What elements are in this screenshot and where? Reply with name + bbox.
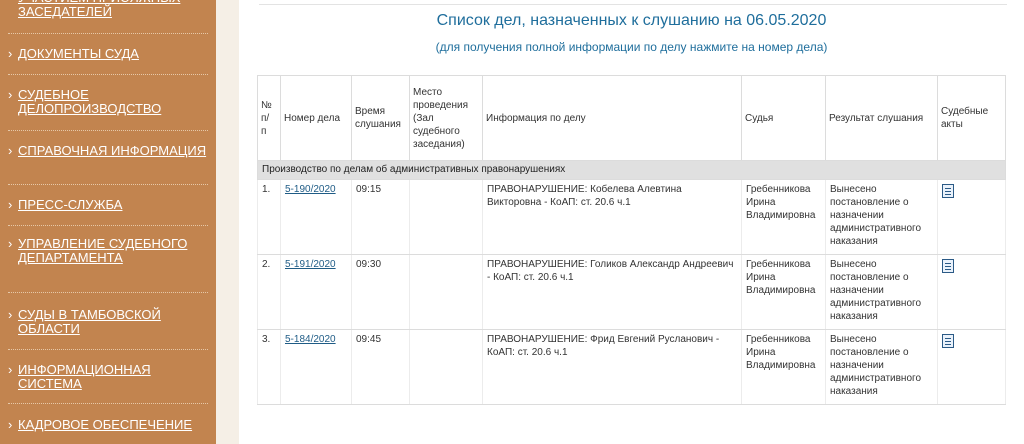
document-icon[interactable]	[942, 184, 954, 198]
document-icon[interactable]	[942, 334, 954, 348]
column-header-result: Результат слушания	[825, 75, 938, 161]
judge-name: Гребенникова Ирина Владимировна	[741, 329, 826, 405]
nav-divider	[8, 130, 208, 131]
chevron-right-icon: ›	[8, 417, 13, 432]
nav-divider	[8, 74, 208, 75]
chevron-right-icon: ›	[8, 46, 13, 61]
chevron-right-icon: ›	[8, 236, 13, 251]
hearing-result: Вынесено постановление о назначении адми…	[825, 329, 938, 405]
nav-item-department[interactable]: › УПРАВЛЕНИЕ СУДЕБНОГО ДЕПАРТАМЕНТА	[0, 237, 216, 265]
page-subtitle: (для получения полной информации по делу…	[435, 40, 828, 54]
hearing-place	[409, 329, 483, 405]
row-number: 3.	[257, 329, 281, 405]
table-row: 2. 5-191/2020 09:30 ПРАВОНАРУШЕНИЕ: Голи…	[257, 254, 1006, 330]
hearing-result: Вынесено постановление о назначении адми…	[825, 254, 938, 330]
nav-divider	[8, 403, 208, 404]
nav-item-records[interactable]: › СУДЕБНОЕ ДЕЛОПРОИЗВОДСТВО	[0, 88, 216, 116]
chevron-right-icon: ›	[8, 87, 13, 102]
table-header-row: № п/ п Номер дела Время слушания Место п…	[257, 75, 1006, 161]
case-info: ПРАВОНАРУШЕНИЕ: Голиков Александр Андрее…	[482, 254, 742, 330]
row-number: 1.	[257, 179, 281, 255]
court-acts-cell	[937, 179, 1006, 255]
section-label: Производство по делам об административны…	[257, 160, 1006, 180]
nav-item-label: УПРАВЛЕНИЕ СУДЕБНОГО ДЕПАРТАМЕНТА	[18, 236, 188, 265]
nav-item-court-documents[interactable]: › ДОКУМЕНТЫ СУДА	[0, 47, 216, 61]
document-icon[interactable]	[942, 259, 954, 273]
table-section-row: Производство по делам об административны…	[257, 160, 1006, 180]
cases-table: № п/ п Номер дела Время слушания Место п…	[257, 75, 1006, 405]
column-header-case: Номер дела	[280, 75, 352, 161]
nav-item-label: КАДРОВОЕ ОБЕСПЕЧЕНИЕ	[18, 417, 193, 432]
column-header-acts: Судебные акты	[937, 75, 1006, 161]
hearing-place	[409, 179, 483, 255]
column-header-judge: Судья	[741, 75, 826, 161]
case-info: ПРАВОНАРУШЕНИЕ: Кобелева Алевтина Виктор…	[482, 179, 742, 255]
nav-item-label: УЧАСТИЕМ ПРИСЯЖНЫХ ЗАСЕДАТЕЛЕЙ	[18, 0, 180, 19]
judge-name: Гребенникова Ирина Владимировна	[741, 254, 826, 330]
chevron-right-icon: ›	[8, 143, 13, 158]
case-info: ПРАВОНАРУШЕНИЕ: Фрид Евгений Русланович …	[482, 329, 742, 405]
hearing-time: 09:15	[351, 179, 410, 255]
court-acts-cell	[937, 254, 1006, 330]
nav-item-reference[interactable]: › СПРАВОЧНАЯ ИНФОРМАЦИЯ	[0, 144, 216, 158]
nav-item-staffing[interactable]: › КАДРОВОЕ ОБЕСПЕЧЕНИЕ	[0, 418, 216, 432]
nav-item-label: СПРАВОЧНАЯ ИНФОРМАЦИЯ	[18, 143, 207, 158]
sidebar-nav: › УЧАСТИЕМ ПРИСЯЖНЫХ ЗАСЕДАТЕЛЕЙ › ДОКУМ…	[0, 0, 216, 444]
hearing-time: 09:45	[351, 329, 410, 405]
column-header-info: Информация по делу	[482, 75, 742, 161]
table-row: 3. 5-184/2020 09:45 ПРАВОНАРУШЕНИЕ: Фрид…	[257, 329, 1006, 405]
nav-item-label: ДОКУМЕНТЫ СУДА	[18, 46, 139, 61]
nav-item-info-system[interactable]: › ИНФОРМАЦИОННАЯ СИСТЕМА	[0, 363, 216, 391]
column-header-place: Место проведения (Зал судебного заседани…	[409, 75, 483, 161]
hearing-time: 09:30	[351, 254, 410, 330]
nav-item-label: ИНФОРМАЦИОННАЯ СИСТЕМА	[18, 362, 151, 391]
chevron-right-icon: ›	[8, 362, 13, 377]
hearing-result: Вынесено постановление о назначении адми…	[825, 179, 938, 255]
case-number-link[interactable]: 5-190/2020	[285, 184, 336, 195]
nav-divider	[8, 292, 208, 293]
nav-divider	[8, 33, 208, 34]
nav-divider	[8, 184, 208, 185]
nav-item-label: СУДЫ В ТАМБОВСКОЙ ОБЛАСТИ	[18, 307, 161, 336]
table-row: 1. 5-190/2020 09:15 ПРАВОНАРУШЕНИЕ: Кобе…	[257, 179, 1006, 255]
case-number-link[interactable]: 5-184/2020	[285, 334, 336, 345]
nav-divider	[8, 225, 208, 226]
row-number: 2.	[257, 254, 281, 330]
hearing-place	[409, 254, 483, 330]
chevron-right-icon: ›	[8, 307, 13, 322]
column-header-time: Время слушания	[351, 75, 410, 161]
column-header-number: № п/ п	[257, 75, 281, 161]
nav-item-jury[interactable]: › УЧАСТИЕМ ПРИСЯЖНЫХ ЗАСЕДАТЕЛЕЙ	[0, 0, 216, 19]
nav-item-press[interactable]: › ПРЕСС-СЛУЖБА	[0, 198, 216, 212]
chevron-right-icon: ›	[8, 197, 13, 212]
judge-name: Гребенникова Ирина Владимировна	[741, 179, 826, 255]
top-divider	[259, 4, 1007, 5]
page-title: Список дел, назначенных к слушанию на 06…	[436, 12, 827, 29]
case-number-link[interactable]: 5-191/2020	[285, 259, 336, 270]
nav-item-label: ПРЕСС-СЛУЖБА	[18, 197, 123, 212]
main-content: Список дел, назначенных к слушанию на 06…	[239, 0, 1024, 444]
nav-item-regional-courts[interactable]: › СУДЫ В ТАМБОВСКОЙ ОБЛАСТИ	[0, 308, 216, 336]
nav-divider	[8, 349, 208, 350]
nav-item-label: СУДЕБНОЕ ДЕЛОПРОИЗВОДСТВО	[18, 87, 162, 116]
court-acts-cell	[937, 329, 1006, 405]
